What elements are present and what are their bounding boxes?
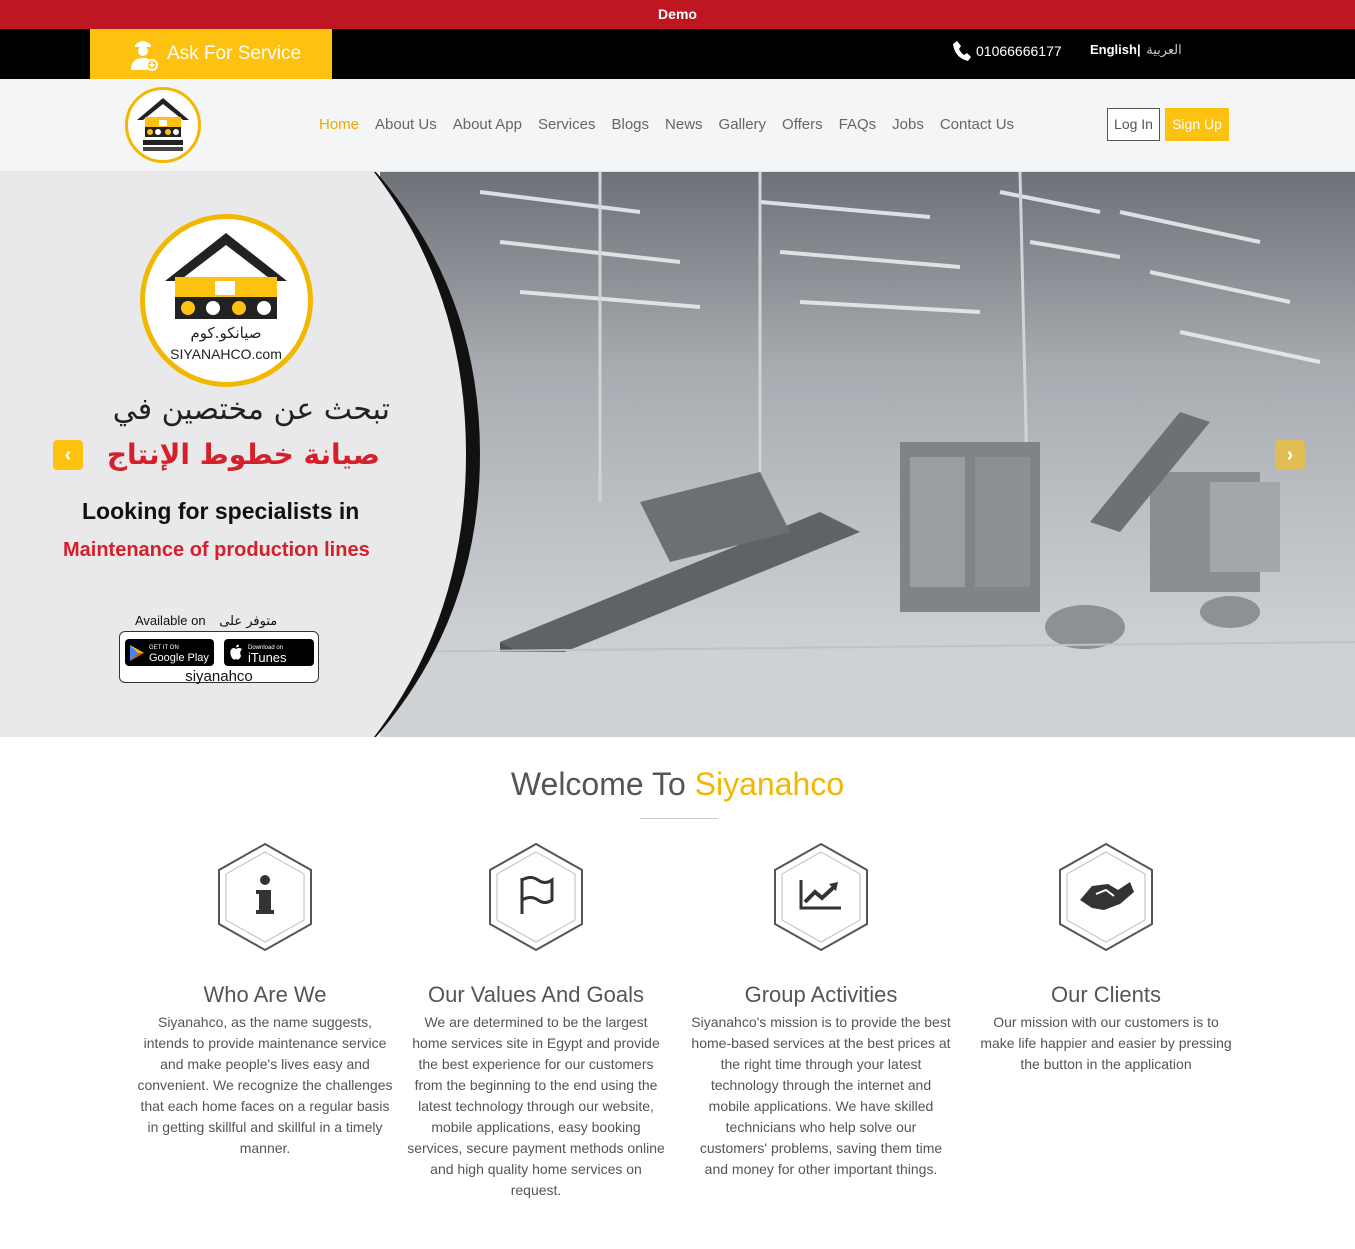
google-play-badge[interactable]: GET IT ON Google Play xyxy=(125,639,214,666)
slider-prev-button[interactable]: ‹ xyxy=(53,440,83,470)
available-on-arabic: متوفر على xyxy=(219,614,278,629)
nav-home[interactable]: Home xyxy=(319,116,359,133)
hero-arabic-subheadline: صيانة خطوط الإنتاج xyxy=(106,438,380,471)
phone-number: 01066666177 xyxy=(976,43,1062,59)
chevron-left-icon: ‹ xyxy=(64,444,72,466)
site-logo[interactable] xyxy=(125,87,201,163)
siyanahco-hero-logo-icon: صيانكو.كوم SIYANAHCO.com xyxy=(165,233,287,362)
nav-jobs[interactable]: Jobs xyxy=(892,116,924,133)
nav-offers[interactable]: Offers xyxy=(782,116,823,133)
itunes-text: iTunes xyxy=(248,649,287,665)
nav-about-app[interactable]: About App xyxy=(453,116,522,133)
ask-for-service-button[interactable]: Ask For Service xyxy=(90,29,332,79)
feature-title: Our Clients xyxy=(1050,982,1162,1007)
welcome-heading: Welcome To Siyanahco xyxy=(0,766,1355,803)
app-handle: siyanahco xyxy=(185,668,253,685)
hero-english-headline: Looking for specialists in xyxy=(82,498,360,524)
chevron-right-icon: › xyxy=(1286,444,1294,466)
apple-icon xyxy=(230,644,242,660)
feature-text: Siyanahco, as the name suggests, intends… xyxy=(137,1014,393,1156)
nav-blogs[interactable]: Blogs xyxy=(611,116,649,133)
lang-arabic[interactable]: العربية xyxy=(1146,42,1182,57)
slider-next-button[interactable]: › xyxy=(1275,440,1305,470)
available-on-english: Available on xyxy=(135,613,206,628)
nav-contact-us[interactable]: Contact Us xyxy=(940,116,1014,133)
available-on-label: Available on متوفر على xyxy=(135,613,277,629)
nav-news[interactable]: News xyxy=(665,116,703,133)
logo-arabic-text: صيانكو.كوم xyxy=(191,324,262,342)
app-store-badges: GET IT ON Google Play Download on iTunes… xyxy=(119,631,319,685)
info-icon xyxy=(218,842,312,952)
feature-values-goals: Our Values And Goals We are determined t… xyxy=(406,842,666,1201)
login-button[interactable]: Log In xyxy=(1107,108,1160,141)
hero-arabic-headline: تبحث عن مختصين في xyxy=(112,392,390,427)
handshake-icon xyxy=(1059,842,1153,952)
signup-button[interactable]: Sign Up xyxy=(1165,108,1229,141)
demo-bar: Demo xyxy=(0,0,1355,29)
google-play-icon xyxy=(130,644,144,661)
chart-icon xyxy=(774,842,868,952)
logo-english-text: SIYANAHCO.com xyxy=(170,346,282,362)
nav-faqs[interactable]: FAQs xyxy=(839,116,877,133)
feature-text: We are determined to be the largest home… xyxy=(407,1014,665,1198)
siyanahco-logo-icon xyxy=(137,98,189,151)
nav-services[interactable]: Services xyxy=(538,116,596,133)
welcome-divider xyxy=(640,818,718,819)
feature-who-are-we: Who Are We Siyanahco, as the name sugges… xyxy=(135,842,395,1159)
welcome-prefix: Welcome To xyxy=(510,766,686,802)
top-bar: Ask For Service 01066666177 English| الع… xyxy=(0,29,1355,79)
lang-english[interactable]: English| xyxy=(1090,42,1141,57)
google-play-text: Google Play xyxy=(149,651,209,664)
google-play-small-text: GET IT ON xyxy=(149,644,179,651)
language-switcher: English| العربية xyxy=(1090,42,1182,58)
technician-icon xyxy=(131,41,158,71)
feature-title: Who Are We xyxy=(203,982,327,1007)
main-menu: Home About Us About App Services Blogs N… xyxy=(319,116,1014,133)
main-navbar: Home About Us About App Services Blogs N… xyxy=(0,79,1355,172)
hero-slider: صيانكو.كوم SIYANAHCO.com تبحث عن مختصين … xyxy=(0,172,1355,737)
phone-contact[interactable]: 01066666177 xyxy=(952,40,1062,62)
nav-about-us[interactable]: About Us xyxy=(375,116,437,133)
feature-our-clients: Our Clients Our mission with our custome… xyxy=(976,842,1236,1075)
nav-gallery[interactable]: Gallery xyxy=(719,116,767,133)
ask-for-service-label: Ask For Service xyxy=(167,43,302,64)
itunes-badge[interactable]: Download on iTunes xyxy=(224,639,314,666)
feature-text: Our mission with our customers is to mak… xyxy=(980,1014,1232,1072)
welcome-brand: Siyanahco xyxy=(694,766,845,802)
hero-logo: صيانكو.كوم SIYANAHCO.com xyxy=(140,214,313,387)
flag-icon xyxy=(489,842,583,952)
feature-text: Siyanahco's mission is to provide the be… xyxy=(691,1014,951,1177)
feature-title: Group Activities xyxy=(744,982,898,1007)
feature-title: Our Values And Goals xyxy=(427,982,645,1007)
hero-english-subheadline: Maintenance of production lines xyxy=(63,539,370,561)
feature-group-activities: Group Activities Siyanahco's mission is … xyxy=(691,842,951,1180)
phone-icon xyxy=(953,41,971,61)
